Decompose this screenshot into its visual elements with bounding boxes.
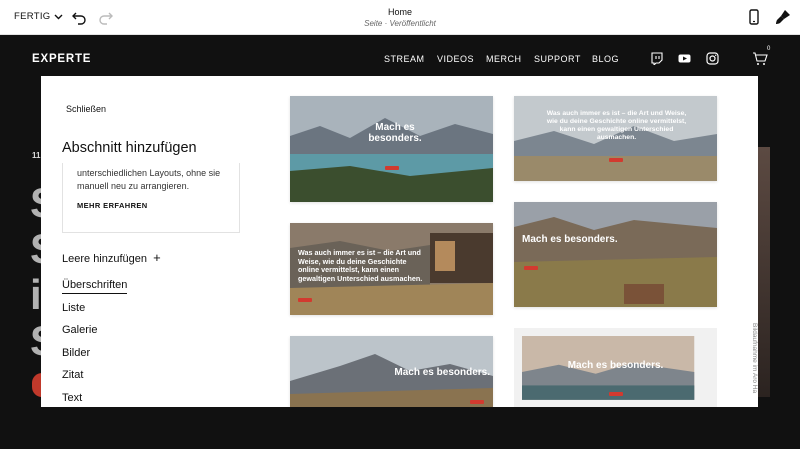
section-template-4[interactable]: Mach es besonders. — [514, 202, 717, 307]
category-text[interactable]: Text — [62, 392, 127, 408]
category-images[interactable]: Bilder — [62, 347, 127, 370]
template-cta — [609, 158, 623, 162]
bg-photo-edge — [758, 147, 770, 397]
design-brush-icon[interactable] — [774, 8, 792, 26]
landscape-image — [514, 202, 717, 307]
nav-merch[interactable]: MERCH — [486, 54, 522, 64]
category-label: Überschriften — [62, 279, 128, 294]
template-heading: Mach es besonders. — [394, 367, 490, 378]
page-status: Seite · Veröffentlicht — [364, 19, 436, 28]
category-label: Galerie — [62, 324, 98, 336]
category-headings[interactable]: Überschriften — [62, 279, 128, 302]
site-logo[interactable]: EXPERTE — [32, 53, 91, 65]
landscape-image — [522, 336, 695, 400]
category-label: Liste — [62, 301, 86, 314]
nav-videos[interactable]: VIDEOS — [437, 54, 474, 64]
template-heading: Mach es besonders. — [368, 122, 422, 144]
landscape-image — [290, 96, 493, 202]
add-blank-button[interactable]: Leere hinzufügen + — [62, 250, 161, 265]
category-list: Überschriften Liste Galerie Bilder Zitat… — [62, 279, 128, 408]
editor-topbar: FERTIG Home Seite · Veröffentlicht — [0, 0, 800, 35]
section-template-1[interactable]: Mach es besonders. — [290, 96, 493, 202]
template-cta — [609, 392, 623, 396]
template-heading: Mach es besonders. — [522, 234, 618, 245]
info-text: unterschiedlichen Layouts, ohne sie manu… — [77, 168, 221, 191]
category-gallery[interactable]: Galerie — [62, 324, 127, 347]
template-cta — [385, 166, 399, 170]
photo-credit: Bildaufnahme im Aro Ha — [751, 323, 758, 394]
page-info: Home Seite · Veröffentlicht — [0, 7, 800, 28]
template-cta — [524, 266, 538, 270]
nav-support[interactable]: SUPPORT — [534, 54, 581, 64]
section-template-2[interactable]: Was auch immer es ist – die Art und Weis… — [514, 96, 717, 181]
nav-blog[interactable]: BLOG — [592, 54, 619, 64]
section-template-3[interactable]: Was auch immer es ist – die Art und Weis… — [290, 223, 493, 315]
page-title: Home — [387, 7, 412, 17]
cart-count: 0 — [767, 46, 771, 52]
chevron-down-icon — [54, 14, 63, 19]
add-blank-label: Leere hinzufügen — [62, 253, 148, 265]
twitch-icon[interactable] — [650, 52, 663, 65]
undo-icon[interactable] — [70, 8, 88, 26]
template-cta — [470, 400, 484, 404]
category-label: Text — [62, 391, 83, 404]
template-heading: Was auch immer es ist – die Art und Weis… — [546, 110, 687, 141]
category-quote[interactable]: Zitat — [62, 369, 127, 392]
category-label: Zitat — [62, 369, 84, 381]
info-box: unterschiedlichen Layouts, ohne sie manu… — [62, 163, 240, 233]
modal-title: Abschnitt hinzufügen — [62, 140, 197, 156]
redo-icon[interactable] — [97, 8, 115, 26]
plus-icon: + — [153, 250, 161, 265]
learn-more-link[interactable]: MEHR ERFAHREN — [77, 201, 148, 210]
template-heading: Was auch immer es ist – die Art und Weis… — [298, 248, 423, 283]
section-template-6[interactable]: Mach es besonders. — [514, 328, 717, 407]
cart-icon[interactable] — [752, 52, 768, 66]
template-cta — [298, 298, 312, 302]
category-list-item[interactable]: Liste — [62, 302, 127, 325]
close-button[interactable]: Schließen — [66, 104, 106, 114]
mobile-preview-icon[interactable] — [745, 8, 763, 26]
done-label: FERTIG — [14, 11, 51, 22]
youtube-icon[interactable] — [678, 52, 691, 65]
template-heading: Mach es besonders. — [567, 360, 664, 371]
done-button[interactable]: FERTIG — [14, 11, 63, 22]
nav-stream[interactable]: STREAM — [384, 54, 425, 64]
section-template-5[interactable]: Mach es besonders. — [290, 336, 493, 407]
category-label: Bilder — [62, 346, 91, 359]
add-section-modal: Schließen Abschnitt hinzufügen unterschi… — [41, 76, 758, 407]
instagram-icon[interactable] — [706, 52, 719, 65]
